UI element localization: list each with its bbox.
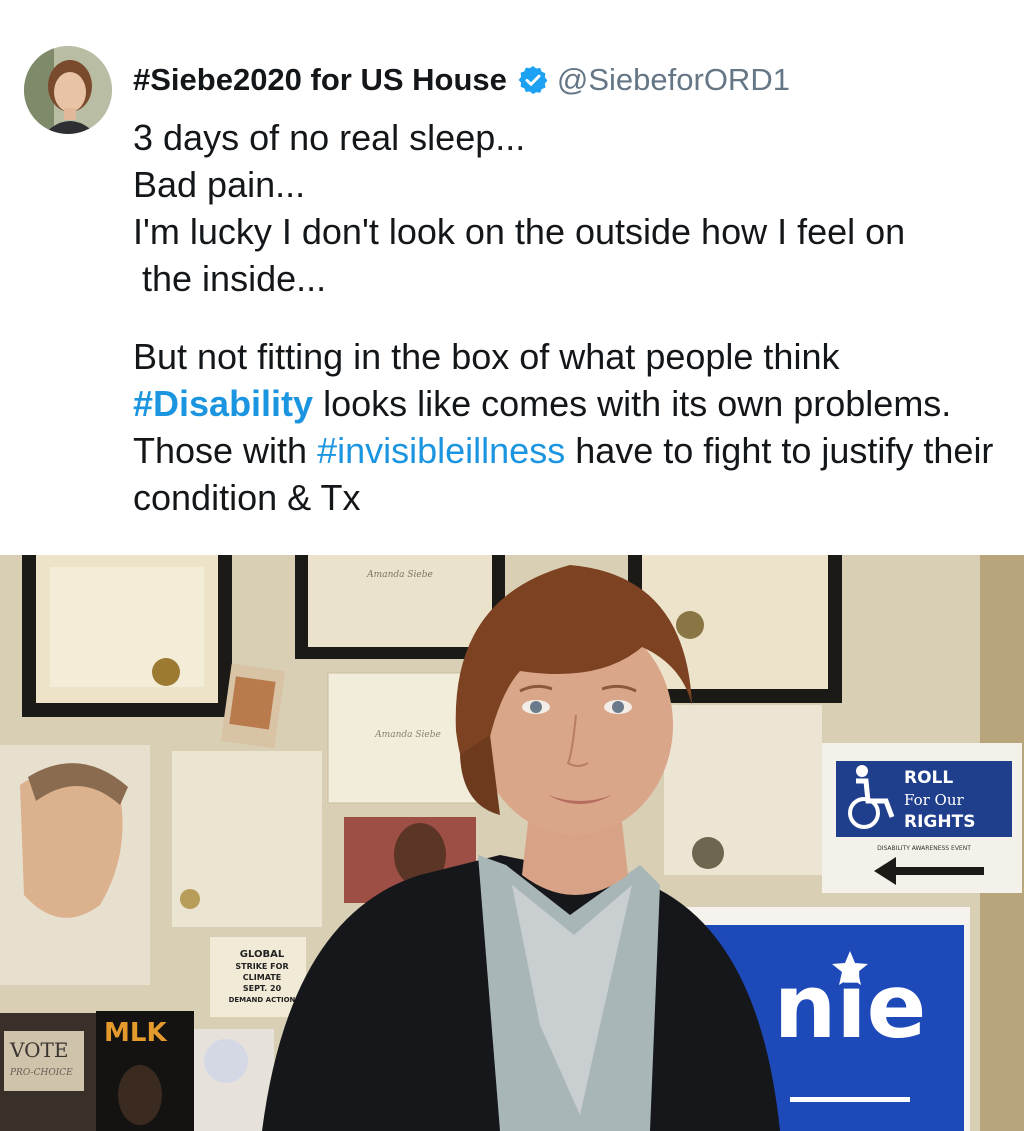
avatar[interactable] <box>24 46 112 134</box>
tweet-paragraph: But not fitting in the box of what peopl… <box>133 333 1013 521</box>
tweet-text-run: But not fitting in the box of what peopl… <box>133 336 840 377</box>
strike-poster-line: STRIKE FOR <box>235 962 288 971</box>
strike-poster-line: CLIMATE <box>243 973 281 982</box>
mlk-poster: MLK <box>96 1011 194 1131</box>
author-row: #Siebe2020 for US House @SiebeforORD1 <box>133 58 790 102</box>
tweet-line: the inside... <box>142 258 327 299</box>
strike-poster-line: SEPT. 20 <box>243 984 282 993</box>
roll-sign-line: RIGHTS <box>904 812 975 832</box>
tweet-line: 3 days of no real sleep... <box>133 117 526 158</box>
vote-poster: VOTE PRO-CHOICE <box>0 1013 96 1131</box>
roll-for-our-rights-sign: ROLL For Our RIGHTS DISABILITY AWARENESS… <box>822 743 1022 893</box>
mlk-poster-title: MLK <box>104 1018 167 1048</box>
roll-sign-line: For Our <box>904 791 965 809</box>
certificate-name: Amanda Siebe <box>366 570 433 580</box>
tweet-line: I'm lucky I don't look on the outside ho… <box>133 211 906 252</box>
strike-poster-line: DEMAND ACTION <box>229 996 296 1004</box>
certificate-frame <box>22 555 232 717</box>
tweet-photo[interactable]: Amanda Siebe Amanda Siebe ROLL For Our R… <box>0 555 1024 1131</box>
tweet-text: 3 days of no real sleep... Bad pain... I… <box>133 114 1013 521</box>
tweet-line: Bad pain... <box>133 164 306 205</box>
display-name[interactable]: #Siebe2020 for US House <box>133 62 507 98</box>
verified-badge-icon <box>517 64 549 96</box>
vote-poster-title: VOTE <box>9 1038 68 1062</box>
certificate-name: Amanda Siebe <box>374 730 441 740</box>
roll-sign-subtitle: DISABILITY AWARENESS EVENT <box>877 845 971 852</box>
user-handle[interactable]: @SiebeforORD1 <box>557 62 790 98</box>
hashtag-invisibleillness-link[interactable]: #invisibleillness <box>317 430 565 471</box>
vote-poster-subtitle: PRO-CHOICE <box>9 1068 73 1078</box>
hashtag-disability-link[interactable]: #Disability <box>133 383 313 424</box>
climate-strike-poster: GLOBAL STRIKE FOR CLIMATE SEPT. 20 DEMAN… <box>210 937 306 1017</box>
strike-poster-line: GLOBAL <box>240 949 285 960</box>
tweet-card: #Siebe2020 for US House @SiebeforORD1 3 … <box>0 0 1024 555</box>
roll-sign-line: ROLL <box>904 768 953 788</box>
